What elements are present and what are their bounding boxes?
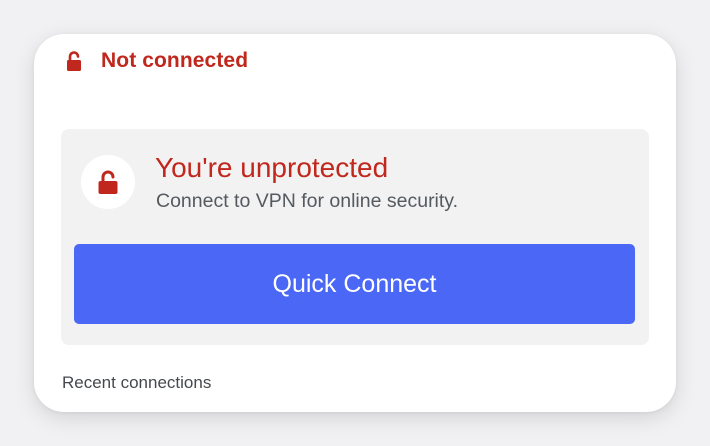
protection-subline: Connect to VPN for online security. bbox=[156, 190, 459, 212]
lock-open-icon bbox=[66, 50, 82, 72]
unprotected-badge bbox=[81, 155, 135, 209]
vpn-status-card: Not connected You're unprotected Connect… bbox=[34, 34, 676, 412]
protection-panel: You're unprotected Connect to VPN for on… bbox=[61, 129, 649, 345]
app-background: Not connected You're unprotected Connect… bbox=[0, 0, 710, 446]
lock-open-icon bbox=[98, 170, 118, 194]
status-text: Not connected bbox=[101, 49, 249, 72]
recent-connections-label: Recent connections bbox=[62, 373, 212, 392]
protection-headline: You're unprotected bbox=[155, 152, 389, 183]
connection-status: Not connected bbox=[66, 48, 248, 74]
quick-connect-button[interactable]: Quick Connect bbox=[74, 244, 635, 324]
